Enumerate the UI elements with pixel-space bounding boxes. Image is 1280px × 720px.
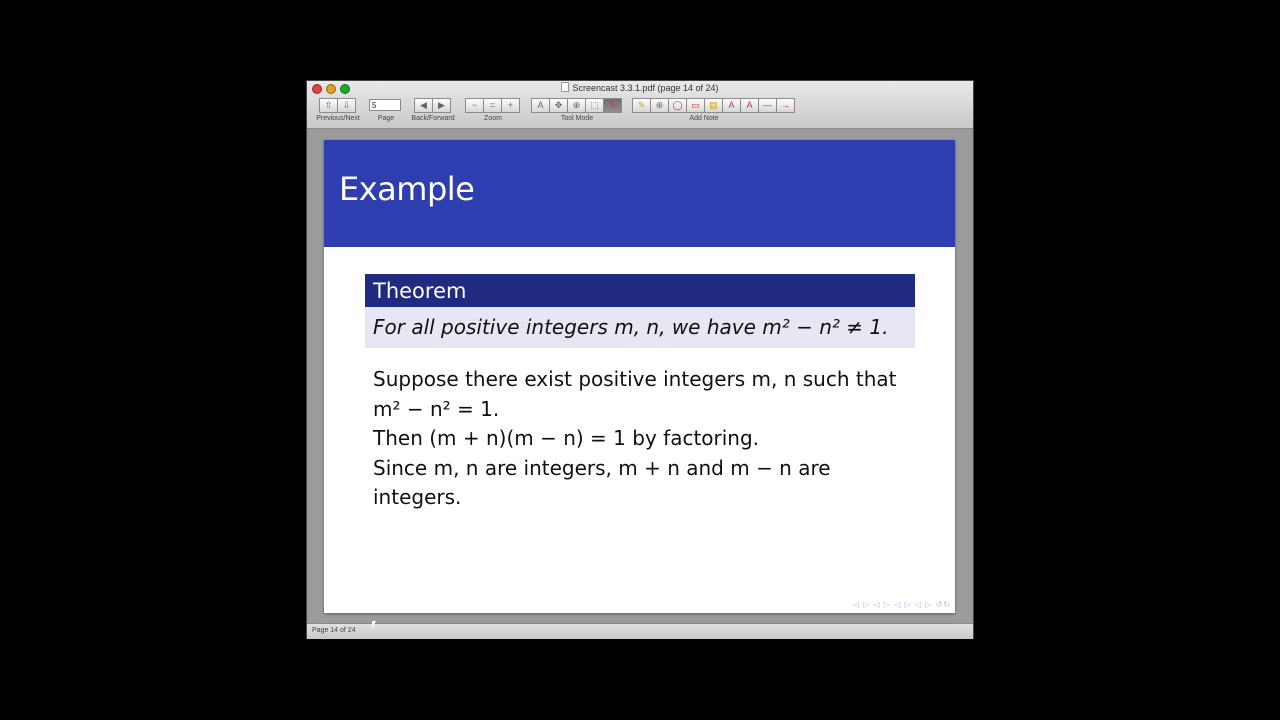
page-number-input[interactable]: 5: [369, 99, 401, 111]
zoom-fit-button[interactable]: =: [483, 98, 502, 113]
text-note-icon[interactable]: A: [722, 98, 741, 113]
zoom-out-button[interactable]: −: [465, 98, 484, 113]
zoom-tool-button[interactable]: ⊕: [567, 98, 586, 113]
add-note-label: Add Note: [689, 115, 719, 122]
proof-line: integers.: [373, 485, 462, 509]
beamer-navigation-symbols[interactable]: ◁ ▷ ◁ ▷ ◁ ▷ ◁ ▷ ↺↻: [853, 600, 951, 609]
window-title: Screencast 3.3.1.pdf (page 14 of 24): [307, 82, 973, 93]
next-page-button[interactable]: ⇩: [337, 98, 356, 113]
status-bar: Page 14 of 24: [307, 623, 973, 639]
zoom-in-button[interactable]: +: [501, 98, 520, 113]
add-note-group: ✎ ⊕ ◯ ▭ ▤ A A — →: [632, 98, 795, 113]
slide-title: Example: [339, 170, 475, 208]
pdf-viewer-window: Screencast 3.3.1.pdf (page 14 of 24) ⇧ ⇩…: [307, 81, 973, 639]
pdf-page: Example Theorem For all positive integer…: [324, 140, 955, 613]
tool-mode-group: A ✥ ⊕ ⬚ ✎: [531, 98, 622, 113]
magnify-icon[interactable]: ⊕: [650, 98, 669, 113]
oval-icon[interactable]: ◯: [668, 98, 687, 113]
note-icon[interactable]: ▤: [704, 98, 723, 113]
move-tool-button[interactable]: ✥: [549, 98, 568, 113]
theorem-title: Theorem: [373, 279, 467, 303]
proof-line: Since m, n are integers, m + n and m − n…: [373, 455, 831, 480]
select-tool-button[interactable]: ⬚: [585, 98, 604, 113]
status-page-text: Page 14 of 24: [312, 627, 356, 634]
document-pane[interactable]: Example Theorem For all positive integer…: [307, 129, 973, 623]
tool-mode-label: Tool Mode: [560, 115, 594, 122]
strikethrough-icon[interactable]: A: [740, 98, 759, 113]
highlight-icon[interactable]: ✎: [632, 98, 651, 113]
document-icon: [561, 82, 570, 92]
back-button[interactable]: ◀: [414, 98, 433, 113]
theorem-statement: For all positive integers m, n, we have …: [373, 315, 889, 339]
rectangle-icon[interactable]: ▭: [686, 98, 705, 113]
theorem-header: Theorem: [365, 274, 915, 307]
prev-next-label: Previous/Next: [316, 115, 360, 122]
window-title-text: Screencast 3.3.1.pdf (page 14 of 24): [572, 83, 719, 93]
theorem-body: For all positive integers m, n, we have …: [365, 307, 915, 348]
line-icon[interactable]: —: [758, 98, 777, 113]
title-bar: Screencast 3.3.1.pdf (page 14 of 24) ⇧ ⇩…: [307, 81, 973, 129]
proof-line: Then (m + n)(m − n) = 1 by factoring.: [373, 426, 760, 450]
slide-header: Example: [324, 140, 955, 247]
back-forward-label: Back/Forward: [411, 115, 455, 122]
back-forward-group: ◀ ▶: [414, 98, 451, 113]
proof-line: Suppose there exist positive integers m,…: [373, 367, 897, 391]
mouse-cursor-icon: [372, 621, 376, 629]
previous-page-button[interactable]: ⇧: [319, 98, 338, 113]
page-label: Page: [377, 115, 395, 122]
proof-line: m² − n² = 1.: [373, 396, 500, 421]
annotate-tool-button[interactable]: ✎: [603, 98, 622, 113]
zoom-label: Zoom: [484, 115, 502, 122]
proof-text: Suppose there exist positive integers m,…: [373, 365, 933, 513]
zoom-group: − = +: [465, 98, 520, 113]
prev-next-group: ⇧ ⇩: [319, 98, 356, 113]
forward-button[interactable]: ▶: [432, 98, 451, 113]
arrow-icon[interactable]: →: [776, 98, 795, 113]
text-tool-button[interactable]: A: [531, 98, 550, 113]
